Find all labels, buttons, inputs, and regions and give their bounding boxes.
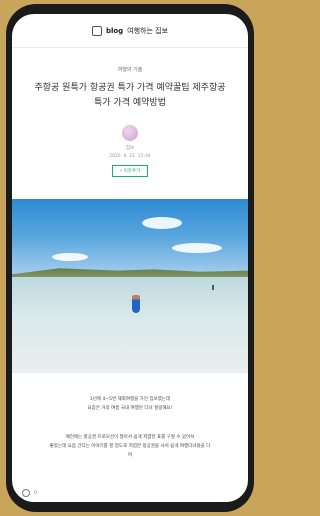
photo-caption: 1년에 4~5번 해외여행을 가던 집보였는데 요즘은 거의 여름 국내 여행만… [12,395,248,413]
caption-line-1: 1년에 4~5번 해외여행을 가던 집보였는데 [89,397,171,402]
post-title-line-1: 주항공 원특가 항공권 특가 가격 예약꿀팁 제주항공 [34,83,226,93]
author-name[interactable]: 집보 [12,145,248,151]
body-line-2: 좋았는데 요즘 간다는 이야기를 할 정도로 저렴한 항공권을 사서 쉽게 여행… [49,444,211,449]
comment-icon[interactable] [22,489,30,497]
blog-name[interactable]: 여행하는 집보 [127,26,168,36]
post-body: 예전에는 항공권 프로모션이 많아서 쉽게 저렴한 표를 구할 수 있어서 좋았… [12,433,248,460]
body-line-1: 예전에는 항공권 프로모션이 많아서 쉽게 저렴한 표를 구할 수 있어서 [65,435,195,440]
body-line-3: 며 [127,453,133,458]
post-photo[interactable] [12,199,248,373]
post-category[interactable]: 여행의 기술 [12,66,248,73]
shallow-sea [12,277,248,373]
blog-logo-icon[interactable] [91,25,102,36]
caption-line-2: 요즘은 거의 여름 국내 여행만 다녀 힐링해요! [87,406,173,411]
blog-header: blog 여행하는 집보 [12,14,248,48]
comment-count[interactable]: 0 [34,491,37,496]
follow-button[interactable]: + 이웃추가 [112,165,148,177]
cloud [172,243,222,253]
post-date: 2020. 8. 21. 15:44 [109,154,151,159]
post-title-line-2: 특가 가격 예약방법 [94,98,166,108]
person-in-blue-dress [132,295,140,313]
bottom-bar: 0 [12,484,248,502]
cloud [52,253,88,261]
phone-screen: blog 여행하는 집보 여행의 기술 주항공 원특가 항공권 특가 가격 예약… [12,14,248,502]
distant-person [212,285,214,290]
cloud [142,217,182,229]
blog-logo-text[interactable]: blog [106,27,123,35]
post-title: 주항공 원특가 항공권 특가 가격 예약꿀팁 제주항공 특가 가격 예약방법 [12,81,248,111]
author-avatar[interactable] [122,125,138,141]
